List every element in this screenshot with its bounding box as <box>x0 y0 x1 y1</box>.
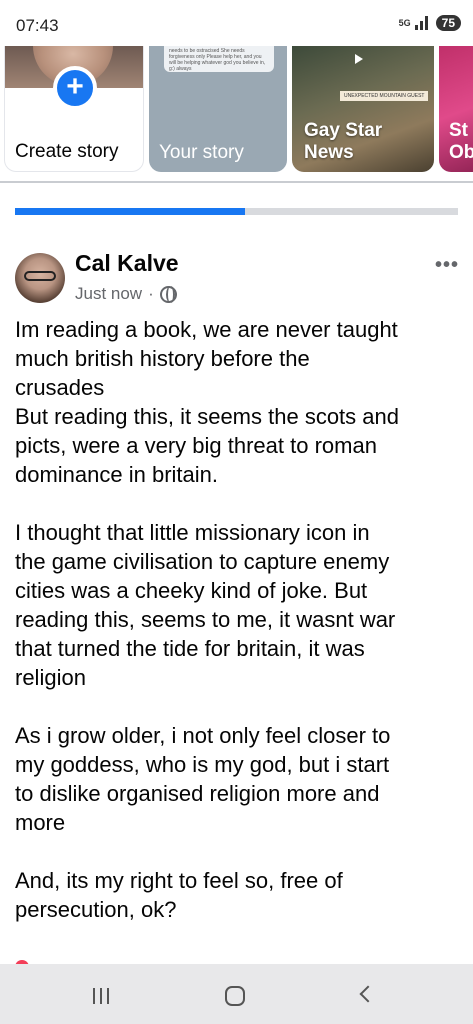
post-line: persecution, ok? <box>15 897 177 922</box>
meta-separator: · <box>148 284 154 303</box>
post-paragraph: As i grow older, i not only feel closer … <box>15 721 460 837</box>
post-paragraph: And, its my right to feel so, free of per… <box>15 866 460 924</box>
post-line: picts, were a very big threat to roman <box>15 433 377 458</box>
post-line: much british history before the <box>15 346 310 371</box>
signal-icon <box>414 16 428 30</box>
story-author-label: Gay Star News <box>304 120 383 163</box>
create-story-card[interactable]: + Create story <box>4 46 144 172</box>
globe-icon[interactable] <box>159 285 177 303</box>
post-line: crusades <box>15 375 105 400</box>
plus-icon[interactable]: + <box>53 66 97 110</box>
story-gay-star-news[interactable]: UNEXPECTED MOUNTAIN GUEST Gay Star News <box>292 46 434 172</box>
your-story-card[interactable]: needs to be ostracised She needs forgive… <box>149 46 287 172</box>
avatar[interactable] <box>15 253 65 303</box>
play-icon <box>355 54 363 64</box>
your-story-preview: needs to be ostracised She needs forgive… <box>164 46 274 72</box>
post-text: Im reading a book, we are never taught mu… <box>15 315 460 953</box>
post-author[interactable]: Cal Kalve <box>75 250 179 277</box>
divider <box>0 181 473 183</box>
post-paragraph: I thought that little missionary icon in… <box>15 518 460 692</box>
post-line: more <box>15 810 66 835</box>
post-line: to dislike organised religion more and <box>15 781 380 806</box>
post-line: And, its my right to feel so, free of <box>15 868 343 893</box>
post-line: dominance in britain. <box>15 462 219 487</box>
navigation-bar <box>0 964 473 1024</box>
create-story-label: Create story <box>15 141 119 162</box>
home-button[interactable] <box>225 986 245 1006</box>
network-label: 5G <box>398 17 411 28</box>
back-button[interactable] <box>359 985 377 1003</box>
post-line: the game civilisation to capture enemy <box>15 549 390 574</box>
stories-tray[interactable]: + Create story needs to be ostracised Sh… <box>0 46 473 176</box>
recents-button[interactable] <box>93 988 109 1004</box>
upload-progress-bar <box>15 208 458 215</box>
post-line: that turned the tide for britain, it was <box>15 636 365 661</box>
status-icons: 5G 75 <box>399 15 461 31</box>
post-line: reading this, seems to me, it wasnt war <box>15 607 396 632</box>
status-time: 07:43 <box>16 16 59 35</box>
status-bar: 07:43 5G 75 <box>0 0 473 46</box>
post-timestamp[interactable]: Just now <box>75 284 142 304</box>
post-line: my goddess, who is my god, but i start <box>15 752 390 777</box>
post-line: I thought that little missionary icon in <box>15 520 370 545</box>
upload-progress-fill <box>15 208 246 215</box>
more-options-button[interactable]: ••• <box>435 254 459 277</box>
post-meta: Just now · <box>75 284 177 304</box>
post-line: religion <box>15 665 86 690</box>
post-paragraph: Im reading a book, we are never taught mu… <box>15 315 460 489</box>
post-line: But reading this, it seems the scots and <box>15 404 399 429</box>
battery-icon: 75 <box>435 15 461 31</box>
story-author-label: St Ob <box>449 120 473 163</box>
post-line: Im reading a book, we are never taught <box>15 317 398 342</box>
story-caption-badge: UNEXPECTED MOUNTAIN GUEST <box>340 91 429 101</box>
post-line: cities was a cheeky kind of joke. But <box>15 578 368 603</box>
your-story-label: Your story <box>159 142 244 163</box>
post-line: As i grow older, i not only feel closer … <box>15 723 391 748</box>
story-next[interactable]: St Ob <box>439 46 473 172</box>
